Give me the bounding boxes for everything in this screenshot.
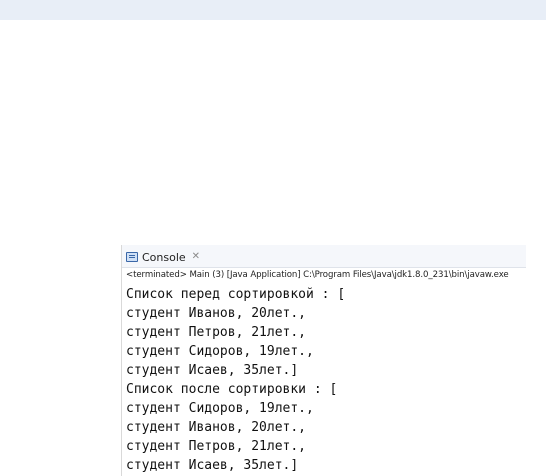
output-line: Список перед сортировкой : [ — [126, 287, 346, 302]
output-line: студент Исаев, 35лет.] — [126, 363, 299, 378]
output-line: студент Иванов, 20лет., — [126, 420, 307, 435]
tab-console[interactable]: Console ✕ — [126, 249, 200, 265]
console-status: <terminated> Main (3) [Java Application]… — [126, 270, 509, 280]
output-line: студент Исаев, 35лет.] — [126, 458, 299, 473]
console-icon — [126, 252, 138, 262]
output-line: Список после сортировки : [ — [126, 382, 338, 397]
console-panel: Console ✕ <terminated> Main (3) [Java Ap… — [121, 245, 526, 476]
output-line: студент Сидоров, 19лет., — [126, 344, 314, 359]
console-header: Console ✕ — [122, 245, 526, 268]
output-line: студент Петров, 21лет., — [126, 325, 307, 340]
close-icon[interactable]: ✕ — [192, 252, 200, 262]
console-tab-label: Console — [142, 250, 186, 264]
console-output: Список перед сортировкой : [ студент Ива… — [126, 285, 522, 475]
top-strip — [0, 0, 546, 20]
output-line: студент Петров, 21лет., — [126, 439, 307, 454]
output-line: студент Иванов, 20лет., — [126, 306, 307, 321]
output-line: студент Сидоров, 19лет., — [126, 401, 314, 416]
